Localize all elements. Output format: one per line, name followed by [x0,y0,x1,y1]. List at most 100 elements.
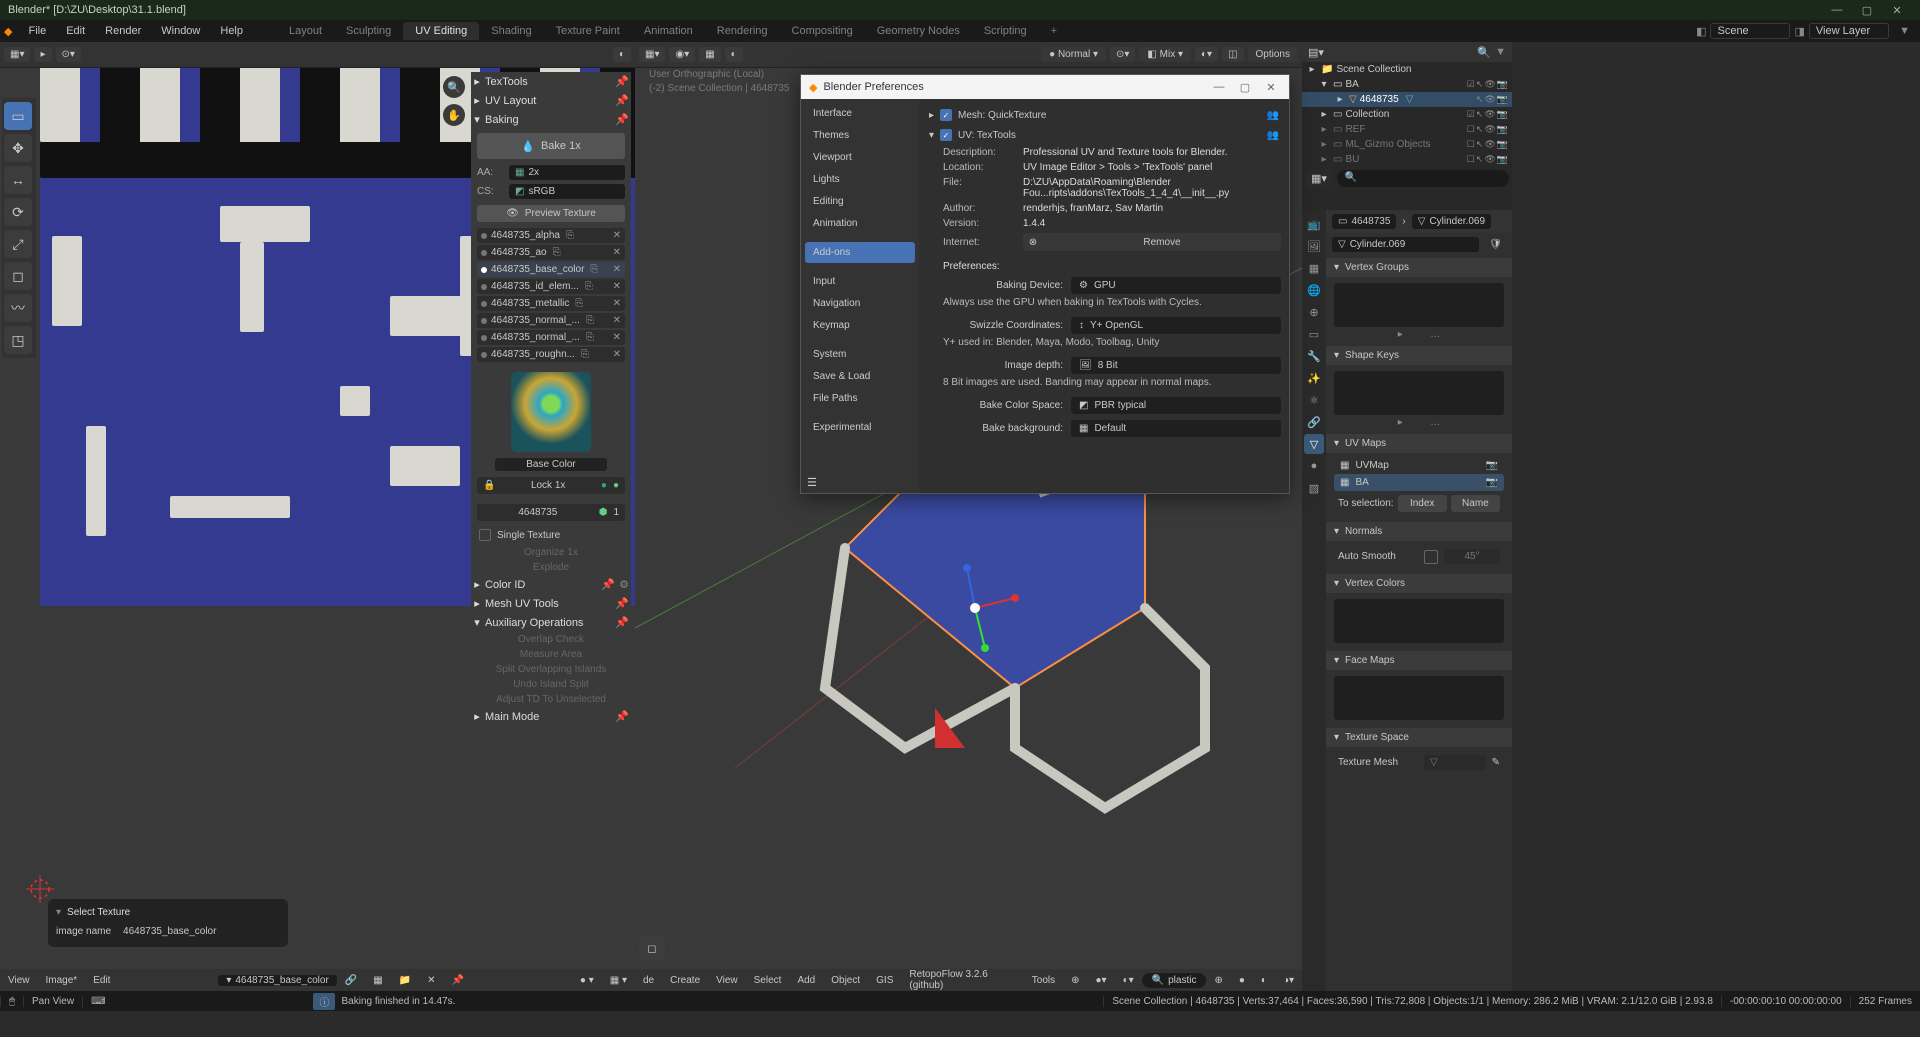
section-textools[interactable]: TexTools [485,76,528,88]
outliner-search[interactable]: 🔍 [1337,170,1509,187]
lock-button[interactable]: 🔒 Lock 1x ● ● [477,477,625,494]
tab-compositing[interactable]: Compositing [780,22,865,40]
export-icon[interactable]: ⎘ [590,264,598,275]
index-button[interactable]: Index [1398,495,1447,512]
pivot-icon[interactable]: ⊙▾ [56,47,81,62]
pref-tab-keymap[interactable]: Keymap [805,315,915,336]
options-dropdown[interactable]: Options [1248,47,1298,62]
dropdown-icon[interactable]: ▦▾ [1305,170,1333,187]
crumb-mesh[interactable]: ▽ Cylinder.069 [1412,214,1491,229]
base-color-thumbnail[interactable] [511,372,591,452]
shape-keys-list[interactable] [1334,371,1504,415]
export-icon[interactable]: ⎘ [566,230,574,241]
tool-annotate[interactable]: 〰 [4,294,32,322]
pref-tab-filepaths[interactable]: File Paths [805,388,915,409]
sphere-icon[interactable]: ● [601,480,607,491]
ptab-particles[interactable]: ✨ [1304,368,1324,388]
channels-icon[interactable]: ● ▾ [572,975,602,986]
stretch-icon[interactable]: ◐ [613,47,631,62]
remove-button[interactable]: Remove [1043,233,1281,251]
vertex-colors-list[interactable] [1334,599,1504,643]
eye-icon[interactable]: 👁 [1484,94,1495,105]
menu-help[interactable]: Help [210,22,253,40]
close-icon[interactable]: ✕ [613,349,621,360]
section-uvlayout[interactable]: UV Layout [485,95,536,107]
checkbox-checked-icon[interactable]: ✓ [940,109,952,121]
sphere-icon[interactable]: ● [613,480,619,491]
panel-face-maps[interactable]: ▾ Face Maps [1326,651,1512,670]
texture-mesh-field[interactable]: ▽ [1424,755,1486,770]
ptab-modifiers[interactable]: 🔧 [1304,346,1324,366]
pref-tab-lights[interactable]: Lights [805,169,915,190]
tab-rendering[interactable]: Rendering [705,22,780,40]
bake-set-row[interactable]: 4648735 ⬢ 1 [477,504,625,521]
bake-item[interactable]: 4648735_alpha⎘✕ [477,228,625,243]
tab-add[interactable]: + [1039,22,1069,40]
export-icon[interactable]: ⎘ [553,247,561,258]
tool-scale[interactable]: ⤢ [4,230,32,258]
ptab-physics[interactable]: ⚛ [1304,390,1324,410]
mode-icon[interactable]: ◉▾ [669,47,695,62]
overlay-normal[interactable]: ● Normal ▾ [1041,47,1106,62]
close-icon[interactable]: ✕ [613,332,621,343]
pref-tab-addons[interactable]: Add-ons [805,242,915,263]
shield-icon[interactable]: 🛡 [1485,239,1506,250]
maximize-button[interactable]: ▢ [1852,4,1882,17]
new-icon[interactable]: ▦ [365,975,390,986]
panel-texture-space[interactable]: ▾ Texture Space [1326,728,1512,747]
grid-icon[interactable]: ▦ ▾ [602,975,635,986]
footer-view[interactable]: View [0,975,38,986]
tab-sculpting[interactable]: Sculpting [334,22,403,40]
ptab-render[interactable]: 📺 [1304,214,1324,234]
menu-render[interactable]: Render [95,22,151,40]
bake-item[interactable]: 4648735_normal_...⎘✕ [477,313,625,328]
matcap-icon[interactable]: ◐▾ [1115,975,1142,986]
scene-field[interactable]: Scene [1710,23,1790,39]
hamburger-icon[interactable]: ☰ [807,476,817,489]
export-icon[interactable]: ⎘ [586,332,594,343]
tool-transform[interactable]: ◻ [4,262,32,290]
tool-rotate[interactable]: ⟳ [4,198,32,226]
addon-quicktexture[interactable]: ▸ ✓ Mesh: QuickTexture 👥 [927,105,1281,125]
menu-window[interactable]: Window [151,22,210,40]
depth-field[interactable]: 🖼8 Bit [1071,357,1281,374]
tab-scripting[interactable]: Scripting [972,22,1039,40]
bake-item[interactable]: 4648735_roughn...⎘✕ [477,347,625,362]
viewlayer-field[interactable]: View Layer [1809,23,1889,39]
ptab-object[interactable]: ▭ [1304,324,1324,344]
pref-tab-themes[interactable]: Themes [805,125,915,146]
panel-uv-maps[interactable]: ▾ UV Maps [1326,434,1512,453]
minimize-button[interactable]: — [1209,81,1229,93]
shading-wire-icon[interactable]: ⊕ [1206,975,1230,986]
uv-canvas[interactable]: ▭ ✥ ↔ ⟳ ⤢ ◻ 〰 ◳ [0,68,635,969]
footer-edit[interactable]: Edit [85,975,118,986]
outliner-row[interactable]: ▸▭REF☐↖👁📷 [1302,122,1512,137]
preferences-titlebar[interactable]: ◆ Blender Preferences — ▢ ✕ [801,75,1289,99]
tool-move[interactable]: ↔ [4,166,32,194]
close-button[interactable]: ✕ [1882,4,1912,17]
bake-item[interactable]: 4648735_id_elem...⎘✕ [477,279,625,294]
pan-icon[interactable]: ✋ [443,104,465,126]
tool-measure[interactable]: ◳ [4,326,32,354]
aa-field[interactable]: ▦2x [509,165,625,180]
close-icon[interactable]: ✕ [613,281,621,292]
bake-item[interactable]: 4648735_base_color⎘✕ [477,262,625,277]
menu-file[interactable]: File [18,22,56,40]
filter-icon[interactable]: 🔍 [1477,46,1491,59]
maximize-button[interactable]: ▢ [1235,81,1255,94]
pref-tab-saveload[interactable]: Save & Load [805,366,915,387]
close-icon[interactable]: ✕ [613,247,621,258]
footer-add[interactable]: Add [789,975,823,986]
pref-tab-editing[interactable]: Editing [805,191,915,212]
camera-icon[interactable]: 📷 [1486,460,1498,471]
pref-tab-viewport[interactable]: Viewport [805,147,915,168]
solid-icon[interactable]: ●▾ [1088,975,1115,986]
panel-normals[interactable]: ▾ Normals [1326,522,1512,541]
outliner-row[interactable]: ▸▽4648735▽↖👁📷 [1302,92,1512,107]
outliner-row[interactable]: ▾▭BA☑↖👁📷 [1302,77,1512,92]
section-aux[interactable]: Auxiliary Operations [485,617,583,629]
ptab-material[interactable]: ● [1304,456,1324,476]
tab-shading[interactable]: Shading [479,22,543,40]
filter-opts-icon[interactable]: ▼ [1495,46,1506,58]
xray-icon[interactable]: ◫ [1222,47,1243,62]
